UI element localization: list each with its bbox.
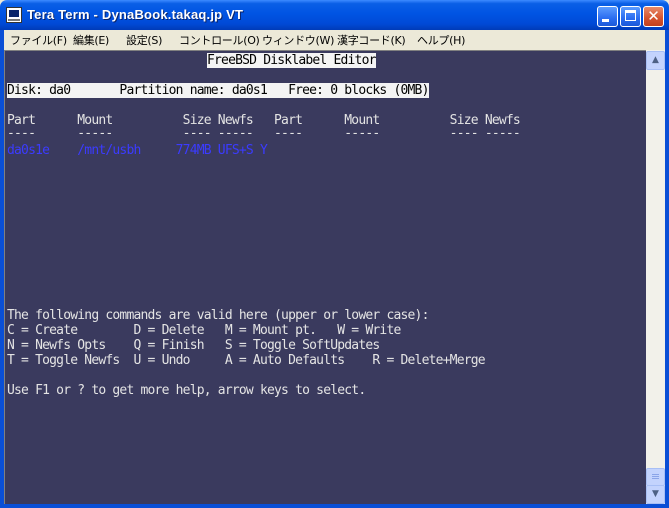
title-bar[interactable]: Tera Term - DynaBook.takaq.jp VT ✕ (0, 0, 669, 30)
menu-control[interactable]: コントロール(O) (179, 32, 260, 48)
commands-intro: The following commands are valid here (u… (7, 308, 429, 323)
minimize-icon (602, 19, 609, 22)
column-underline: ---- ----- ---- ----- ---- ----- ---- --… (7, 126, 521, 141)
window-title: Tera Term - DynaBook.takaq.jp VT (27, 7, 244, 22)
editor-header: FreeBSD Disklabel Editor (207, 53, 376, 68)
chevron-up-icon: ▲ (652, 55, 659, 65)
window-frame-right (665, 30, 669, 508)
disk-status-line: Disk: da0 Partition name: da0s1 Free: 0 … (7, 83, 429, 98)
menu-edit[interactable]: 編集(E) (73, 32, 109, 48)
close-icon: ✕ (647, 7, 660, 25)
menu-help[interactable]: ヘルプ(H) (417, 32, 465, 48)
commands-line-3: T = Toggle Newfs U = Undo A = Auto Defau… (7, 353, 486, 368)
menu-window[interactable]: ウィンドウ(W) (262, 32, 334, 48)
commands-line-1: C = Create D = Delete M = Mount pt. W = … (7, 323, 401, 338)
scroll-up-button[interactable]: ▲ (646, 51, 665, 70)
menu-file[interactable]: ファイル(F) (10, 32, 67, 48)
partition-row[interactable]: da0s1e /mnt/usbh 774MB UFS+S Y (7, 143, 268, 158)
terminal-screen[interactable]: FreeBSD Disklabel Editor Disk: da0 Parti… (4, 50, 646, 504)
menu-kanji[interactable]: 漢字コード(K) (337, 32, 406, 48)
scroll-thumb[interactable] (646, 468, 665, 486)
vertical-scrollbar[interactable]: ▲ ▼ (646, 50, 665, 504)
scroll-down-button[interactable]: ▼ (646, 485, 665, 504)
minimize-button[interactable] (597, 6, 618, 27)
window-frame-bottom[interactable] (0, 504, 669, 508)
menu-settings[interactable]: 設定(S) (126, 32, 162, 48)
maximize-icon (625, 10, 636, 21)
commands-line-2: N = Newfs Opts Q = Finish S = Toggle Sof… (7, 338, 380, 353)
help-hint: Use F1 or ? to get more help, arrow keys… (7, 383, 366, 398)
close-button[interactable]: ✕ (643, 6, 664, 27)
menu-bar: ファイル(F) 編集(E) 設定(S) コントロール(O) ウィンドウ(W) 漢… (4, 30, 665, 49)
maximize-button[interactable] (620, 6, 641, 27)
chevron-down-icon: ▼ (652, 489, 659, 499)
tera-term-icon[interactable] (6, 7, 22, 23)
